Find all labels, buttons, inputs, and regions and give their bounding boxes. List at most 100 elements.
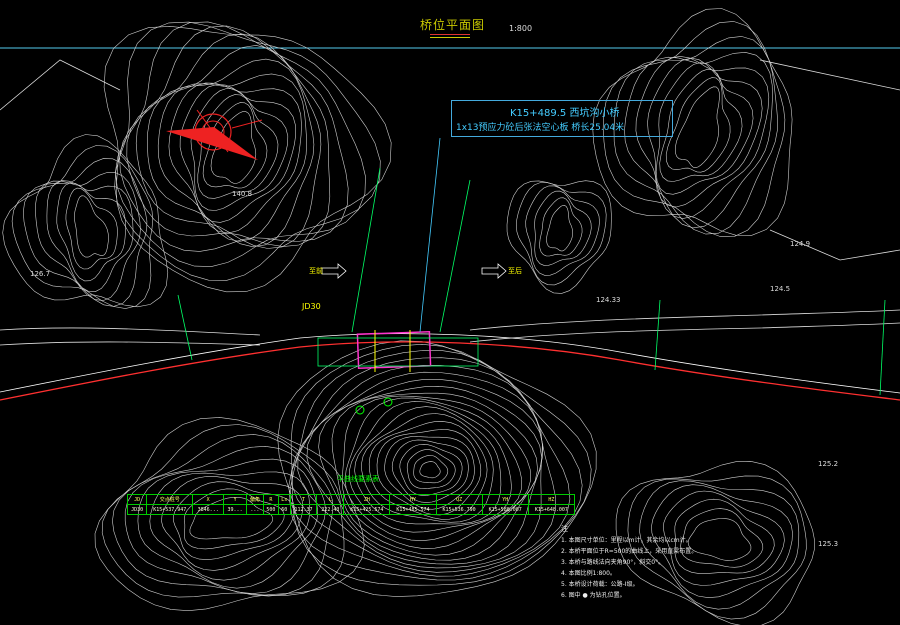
curve-elements-table: JD 交点桩号 X Y 偏角 R Ls T L ZH HY QZ YH HZ J… [126,494,576,515]
curve-table-caption: 平曲线要素表 [337,475,379,483]
table-header-cell: Ls [278,494,291,505]
table-cell: 60 [278,504,291,515]
contour-line [157,73,307,242]
direction-arrow-left-icon [321,263,347,279]
road-line [0,327,261,336]
contour-line [22,158,148,307]
arrow-right-label: 至后 [508,267,522,275]
contour-line [413,455,449,484]
title-underline [430,34,470,35]
table-cell: K15+536.790 [435,504,483,515]
table-row: JD30 K15+537.947 3846... 39... ... 500 6… [126,504,576,515]
leader-line-box [419,137,441,333]
table-header-cell: X [192,494,225,505]
drawing-scale: 1:800 [509,24,533,33]
note-item: 4. 本图比例1:800。 [561,570,616,577]
table-cell: K15+485.574 [389,504,437,515]
note-item: 3. 本桥与路线法向夹角90°，斜交0°。 [561,559,665,566]
road-line [0,341,261,346]
contour-line [344,397,522,542]
elevation-label: 125.3 [818,540,839,548]
contour-line [65,187,118,270]
jd-point-label: JD30 [302,302,321,311]
table-cell: 3846... [192,504,225,515]
leader-line-left [177,294,193,361]
table-cell: K15+425.574 [343,504,391,515]
table-header-cell: 偏角 [246,494,264,505]
contour-line [546,204,573,252]
contour-line [341,395,531,549]
contour-line [56,182,126,282]
table-cell: 222.43 [316,504,345,515]
table-header-cell: JD [126,494,148,505]
table-header-cell: HY [389,494,437,505]
note-item: 2. 本桥平面位于R=500的曲线上，采用直梁布置。 [561,548,698,555]
contour-line [291,364,556,573]
table-header-cell: R [262,494,280,505]
arrow-left-label: 至前 [309,267,323,275]
table-header-cell: L [316,494,345,505]
road-line [469,322,900,343]
leader-line-2 [439,179,471,333]
plan-view-drawing [0,8,900,625]
contour-line [161,476,304,571]
bridge-type-label: 1x13预应力砼后张法空心板 桥长25.04米 [456,123,625,133]
note-item: 6. 图中 ● 为钻孔位置。 [561,592,626,599]
direction-arrow-right-icon [481,263,507,279]
contour-line [419,461,441,479]
title-underline-2 [430,37,470,38]
contour-line [112,434,334,597]
contour-line [525,185,600,276]
contour-line [119,25,349,252]
bridge-station-label: K15+489.5 西坑沟小桥 [510,108,620,119]
road-lines [0,59,900,346]
table-cell: 39... [223,504,248,515]
elevation-label: 140.8 [232,190,253,198]
leader-line-1 [351,167,381,333]
road-line [0,59,121,111]
road-line [469,309,900,331]
leader-line-far-right [879,299,886,396]
contour-line [149,471,310,581]
contour-line [506,180,612,294]
elevation-label: 126.7 [30,270,51,278]
elevation-label: 124.9 [790,240,811,248]
elevation-label: 124.5 [770,285,791,293]
table-cell: K15+588.007 [481,504,529,515]
note-item: 1. 本图尺寸单位：里程以m计，其余均以cm计。 [561,537,692,544]
road-line [759,59,900,91]
table-cell: 500 [262,504,280,515]
leader-line-right [654,299,661,371]
contour-line [687,518,752,561]
route-centerline [0,341,900,401]
table-cell: K15+537.947 [146,504,194,515]
contour-line [665,77,731,173]
table-cell: 112.37 [289,504,318,515]
contour-line [35,172,141,301]
contour-line [290,343,592,586]
notes-heading: 注 [561,525,568,533]
note-item: 5. 本桥设计荷载：公路-I级。 [561,581,639,588]
borehole-marker-1 [355,405,365,415]
contour-line [624,51,773,229]
contour-lines-south [94,340,815,625]
table-header-cell: YH [481,494,529,505]
contour-line [11,145,154,309]
notes-list: 1. 本图尺寸单位：里程以m计，其余均以cm计。 2. 本桥平面位于R=500的… [561,535,697,601]
contour-line [288,357,571,577]
table-header-cell: Y [223,494,248,505]
table-header-cell: T [289,494,318,505]
table-header-cell: HZ [527,494,576,505]
contour-lines [2,8,793,309]
table-header-cell: ZH [343,494,391,505]
contour-line [73,195,109,258]
bridge-outline [356,330,432,370]
contour-line [635,55,770,219]
table-header-row: JD 交点桩号 X Y 偏角 R Ls T L ZH HY QZ YH HZ [126,494,576,505]
table-header-cell: 交点桩号 [146,494,194,505]
elevation-label: 124.33 [596,296,621,304]
table-cell: K15+648.007 [527,504,576,515]
table-header-cell: QZ [435,494,483,505]
table-cell: JD30 [126,504,148,515]
contour-line [675,86,720,169]
